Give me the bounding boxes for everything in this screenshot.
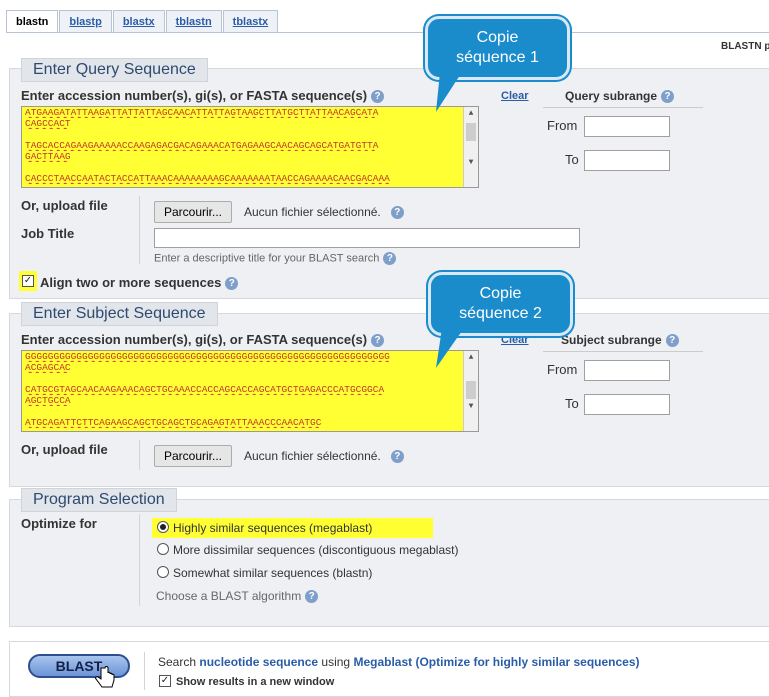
sequence-line	[22, 162, 462, 173]
subject-legend: Enter Subject Sequence	[21, 302, 218, 326]
program-name: BLASTN p	[721, 41, 769, 52]
new-window-label: Show results in a new window	[176, 676, 335, 688]
tab-tblastn[interactable]: tblastn	[165, 10, 222, 32]
option-megablast-label: Highly similar sequences (megablast)	[173, 521, 373, 535]
subrange-divider	[543, 107, 703, 108]
subject-sequence-lines: GGGGGGGGGGGGGGGGGGGGGGGGGGGGGGGGGGGGGGGG…	[22, 351, 478, 428]
query-clear-link[interactable]: Clear	[501, 90, 529, 102]
program-legend: Program Selection	[21, 488, 177, 512]
field-separator	[139, 514, 140, 606]
query-from-label: From	[547, 118, 578, 133]
query-to-label: To	[565, 152, 579, 167]
program-tabs: blastn blastp blastx tblastn tblastx	[6, 10, 279, 33]
query-subrange-title: Query subrange?	[565, 89, 675, 104]
submit-bar: BLAST Search nucleotide sequence using M…	[9, 641, 769, 697]
optimize-label: Optimize for	[21, 516, 97, 531]
subject-to-label: To	[565, 396, 579, 411]
field-separator	[139, 440, 140, 470]
sequence-line	[22, 373, 462, 384]
query-sequence-textarea[interactable]: ATGAAGATATTAAGATTATTATTAGCAACATTATTAGTAA…	[21, 106, 479, 188]
subject-from-label: From	[547, 362, 578, 377]
help-icon[interactable]: ?	[305, 590, 319, 604]
query-upload-label: Or, upload file	[21, 198, 108, 213]
scroll-down-arrow-icon[interactable]: ▼	[464, 157, 478, 168]
sequence-line	[22, 406, 462, 417]
tab-divider	[6, 32, 769, 33]
sequence-line: GACTTAAG	[25, 151, 71, 162]
sequence-line: TAGCACCAGAAGAAAAACCAAGAGACGACAGAAACATGAG…	[25, 140, 379, 151]
help-icon[interactable]: ?	[665, 334, 679, 348]
sequence-line: AGCTGCCA	[25, 395, 71, 406]
sequence-line: CAGCCACT	[25, 118, 71, 129]
scroll-thumb[interactable]	[466, 381, 476, 399]
sequence-line: CATGCGTAGCAACAAGAAACAGCTGCAAACCACCAGCACC…	[25, 384, 385, 395]
subrange-divider	[543, 351, 703, 352]
help-icon[interactable]: ?	[383, 252, 397, 265]
sequence-line: ACGAGCAC	[25, 362, 71, 373]
query-to-input[interactable]	[584, 150, 670, 171]
query-sequence-lines: ATGAAGATATTAAGATTATTATTAGCAACATTATTAGTAA…	[22, 107, 478, 184]
search-database: nucleotide sequence	[199, 655, 319, 669]
choose-algorithm-text: Choose a BLAST algorithm?	[156, 589, 319, 604]
align-label: Align two or more sequences?	[40, 275, 239, 291]
subject-upload-label: Or, upload file	[21, 442, 108, 457]
option-discontiguous-label: More dissimilar sequences (discontiguous…	[173, 543, 459, 557]
new-window-checkbox[interactable]: ✓	[159, 675, 171, 687]
sequence-line: GGGGGGGGGGGGGGGGGGGGGGGGGGGGGGGGGGGGGGGG…	[25, 351, 390, 362]
help-icon[interactable]: ?	[371, 90, 385, 104]
help-icon[interactable]: ?	[390, 450, 404, 464]
option-blastn-label: Somewhat similar sequences (blastn)	[173, 566, 373, 580]
scroll-down-arrow-icon[interactable]: ▼	[464, 401, 478, 412]
hand-cursor-icon	[95, 666, 115, 688]
radio-discontiguous-megablast[interactable]	[157, 543, 169, 555]
field-separator	[144, 652, 145, 690]
scroll-thumb[interactable]	[466, 123, 476, 141]
job-title-hint: Enter a descriptive title for your BLAST…	[154, 252, 397, 265]
job-title-input[interactable]	[154, 228, 580, 248]
subject-sequence-textarea[interactable]: GGGGGGGGGGGGGGGGGGGGGGGGGGGGGGGGGGGGGGGG…	[21, 350, 479, 432]
query-input-label: Enter accession number(s), gi(s), or FAS…	[21, 88, 385, 104]
radio-blastn[interactable]	[157, 566, 169, 578]
radio-megablast[interactable]	[157, 521, 169, 533]
sequence-line: CACCCTAACCAATACTACCATTAAACAAAAAAAAGCAAAA…	[25, 173, 390, 184]
sequence-line: ATGAAGATATTAAGATTATTATTAGCAACATTATTAGTAA…	[25, 107, 379, 118]
help-icon[interactable]: ?	[661, 90, 675, 104]
sequence-line	[22, 129, 462, 140]
help-icon[interactable]: ?	[390, 206, 404, 220]
tab-blastx[interactable]: blastx	[112, 10, 165, 32]
query-no-file-text: Aucun fichier sélectionné.?	[244, 205, 404, 220]
subject-input-label: Enter accession number(s), gi(s), or FAS…	[21, 332, 385, 348]
tab-blastp[interactable]: blastp	[59, 10, 112, 32]
subject-from-input[interactable]	[584, 360, 670, 381]
field-separator	[139, 196, 140, 264]
subject-no-file-text: Aucun fichier sélectionné.?	[244, 449, 404, 464]
tab-blastn[interactable]: blastn	[6, 10, 59, 33]
subject-browse-button[interactable]: Parcourir...	[154, 445, 233, 467]
job-title-label: Job Title	[21, 226, 75, 241]
callout-1-tail	[436, 72, 462, 112]
query-legend: Enter Query Sequence	[21, 58, 208, 82]
callout-2-tail	[436, 328, 464, 368]
tab-tblastx[interactable]: tblastx	[222, 10, 279, 32]
help-icon[interactable]: ?	[225, 277, 239, 291]
help-icon[interactable]: ?	[371, 334, 385, 348]
search-algorithm: Megablast (Optimize for highly similar s…	[353, 655, 640, 669]
query-from-input[interactable]	[584, 116, 670, 137]
search-summary: Search nucleotide sequence using Megabla…	[158, 655, 640, 669]
subject-subrange-title: Subject subrange?	[561, 333, 679, 348]
align-checkbox[interactable]: ✓	[22, 275, 34, 287]
sequence-line: ATGCAGATTCTTCAGAAGCAGCTGCAGCTGCAGAGTATTA…	[25, 417, 322, 428]
subject-to-input[interactable]	[584, 394, 670, 415]
query-scrollbar[interactable]: ▲ ▼	[463, 107, 478, 187]
query-browse-button[interactable]: Parcourir...	[154, 201, 233, 223]
